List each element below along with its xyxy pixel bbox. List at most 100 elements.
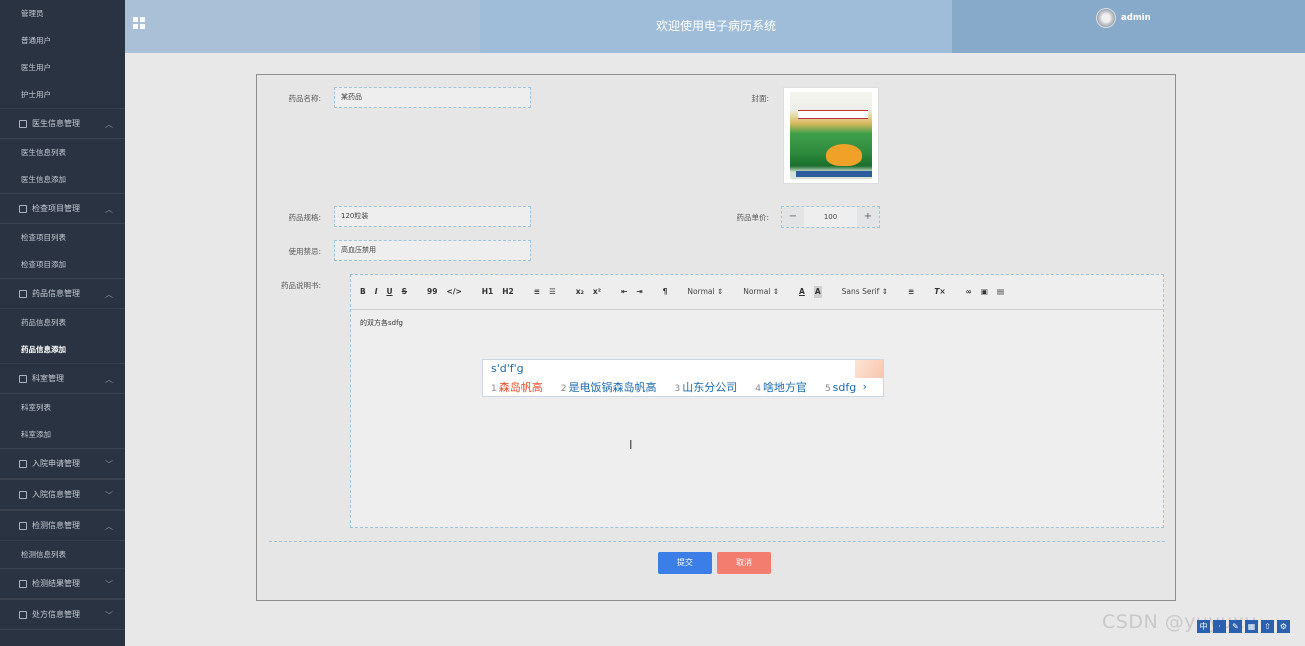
tray-icon[interactable]: 中 xyxy=(1197,619,1210,633)
decrement-button[interactable]: − xyxy=(782,207,804,227)
sidebar-group[interactable]: 处方信息管理 ﹀ xyxy=(0,599,125,630)
sidebar-item[interactable]: 科室添加 xyxy=(0,421,125,448)
underline-button[interactable]: U xyxy=(387,286,393,298)
indent-icon[interactable]: ⇥ xyxy=(636,286,642,298)
sidebar-item[interactable]: 普通用户 xyxy=(0,27,125,54)
ordered-list-icon[interactable]: ≡ xyxy=(534,286,540,298)
header-select-value: Normal xyxy=(743,287,771,296)
h2-button[interactable]: H2 xyxy=(502,286,514,298)
ime-candidate-number: 2 xyxy=(560,384,567,394)
tray-icon[interactable]: ▦ xyxy=(1245,619,1258,633)
size-select[interactable]: Normal ⇕ xyxy=(687,286,723,298)
header-select[interactable]: Normal ⇕ xyxy=(743,286,779,298)
sidebar-item[interactable]: 管理员 xyxy=(0,0,125,27)
ime-candidate-number: 5 xyxy=(824,384,831,394)
ime-next-page-icon[interactable]: › xyxy=(863,380,867,393)
h1-button[interactable]: H1 xyxy=(482,286,494,298)
sidebar-item[interactable]: 护士用户 xyxy=(0,81,125,108)
bold-button[interactable]: B xyxy=(360,286,366,298)
sidebar-group[interactable]: 检测信息管理 ︿ xyxy=(0,510,125,541)
sidebar-group-label: 医生信息管理 xyxy=(32,119,80,128)
sidebar-group-label: 入院申请管理 xyxy=(32,459,80,468)
folder-icon xyxy=(19,610,27,619)
sidebar-item[interactable]: 药品信息列表 xyxy=(0,309,125,336)
taboo-input[interactable]: 高血压禁用 xyxy=(334,240,531,261)
chevron-down-icon: ﹀ xyxy=(105,491,113,500)
ime-candidate-text: 山东分公司 xyxy=(682,381,738,394)
strike-button[interactable]: S xyxy=(402,286,407,298)
sidebar-group-label: 处方信息管理 xyxy=(32,610,80,619)
sidebar-group[interactable]: 入院信息管理 ﹀ xyxy=(0,479,125,510)
ime-candidate[interactable]: 1 森岛帆高 xyxy=(491,381,552,394)
outdent-icon[interactable]: ⇤ xyxy=(621,286,627,298)
sidebar-group[interactable]: 入院申请管理 ﹀ xyxy=(0,448,125,479)
sidebar-group[interactable]: 科室管理 ︿ xyxy=(0,363,125,394)
sidebar-item[interactable]: 检查项目添加 xyxy=(0,251,125,278)
cover-label: 封面: xyxy=(751,94,769,103)
cover-image[interactable] xyxy=(783,87,879,184)
clear-format-icon[interactable]: T× xyxy=(934,286,945,298)
editor-content[interactable]: 的双方各sdfg s'd'f'g 1 森岛帆高 2 是电饭锅森岛帆高 3 山东分公司 4 啥地… xyxy=(351,310,1163,528)
bullet-list-icon[interactable]: ☰ xyxy=(549,286,556,298)
ime-candidate[interactable]: 4 啥地方官 xyxy=(755,381,816,394)
system-tray: 中 · ✎ ▦ ⇧ ⚙ xyxy=(1197,617,1305,635)
text-direction-icon[interactable]: ¶ xyxy=(663,286,668,298)
cancel-button[interactable]: 取消 xyxy=(717,552,771,574)
sidebar-group[interactable]: 药品信息管理 ︿ xyxy=(0,278,125,309)
sidebar: 管理员 普通用户 医生用户 护士用户 医生信息管理 ︿ 医生信息列表 医生信息添加 检查项目管理… xyxy=(0,0,125,646)
page-title: 欢迎使用电子病历系统 xyxy=(480,0,952,53)
increment-button[interactable]: + xyxy=(857,207,879,227)
submit-button[interactable]: 提交 xyxy=(658,552,712,574)
video-icon[interactable]: ▤ xyxy=(997,286,1004,298)
sidebar-group[interactable]: 检查项目管理 ︿ xyxy=(0,193,125,224)
sidebar-item[interactable]: 医生用户 xyxy=(0,54,125,81)
price-stepper: − 100 + xyxy=(781,206,880,228)
image-icon[interactable]: ▣ xyxy=(981,286,988,298)
align-icon[interactable]: ≡ xyxy=(908,286,914,298)
sidebar-item[interactable]: 医生信息列表 xyxy=(0,139,125,166)
italic-button[interactable]: I xyxy=(375,286,378,298)
menu-grid-icon[interactable] xyxy=(133,17,145,29)
tray-icon[interactable]: ⇧ xyxy=(1261,619,1274,633)
form-panel: 药品名称: 某药品 封面: 药品规格: 120粒装 药品单价: − 100 + … xyxy=(256,74,1176,601)
link-icon[interactable]: ∞ xyxy=(966,286,972,298)
tray-icon[interactable]: ✎ xyxy=(1229,619,1242,633)
divider xyxy=(269,541,1165,542)
sidebar-group[interactable]: 检测结果管理 ﹀ xyxy=(0,568,125,599)
sidebar-group-label: 检测结果管理 xyxy=(32,579,80,588)
folder-icon xyxy=(19,579,27,588)
header-left xyxy=(125,0,480,53)
text-color-icon[interactable]: A xyxy=(799,286,805,298)
code-button[interactable]: </> xyxy=(446,286,461,298)
tray-icon[interactable]: ⚙ xyxy=(1277,619,1290,633)
price-value[interactable]: 100 xyxy=(804,213,857,221)
sidebar-group-label: 药品信息管理 xyxy=(32,289,80,298)
blockquote-button[interactable]: 99 xyxy=(427,286,437,298)
sidebar-item[interactable]: 检测信息列表 xyxy=(0,541,125,568)
manual-label: 药品说明书: xyxy=(280,281,321,290)
rich-text-editor: B I U S 99 </> H1 H2 ≡ ☰ x₂ x² ⇤ ⇥ ¶ Nor… xyxy=(350,274,1164,528)
superscript-button[interactable]: x² xyxy=(593,286,601,298)
avatar[interactable] xyxy=(1096,8,1116,28)
sidebar-item[interactable]: 药品信息添加 xyxy=(0,336,125,363)
sidebar-item[interactable]: 科室列表 xyxy=(0,394,125,421)
sidebar-item[interactable]: 医生信息添加 xyxy=(0,166,125,193)
sidebar-group[interactable]: 医生信息管理 ︿ xyxy=(0,108,125,139)
name-input[interactable]: 某药品 xyxy=(334,87,531,108)
ime-candidate[interactable]: 5 sdfg xyxy=(825,381,865,394)
font-select[interactable]: Sans Serif ⇕ xyxy=(842,286,888,298)
username[interactable]: admin xyxy=(1121,13,1151,23)
subscript-button[interactable]: x₂ xyxy=(576,286,584,298)
background-color-icon[interactable]: A xyxy=(813,286,822,298)
ime-candidate[interactable]: 3 山东分公司 xyxy=(674,381,746,394)
ime-candidates: 1 森岛帆高 2 是电饭锅森岛帆高 3 山东分公司 4 啥地方官 5 sdfg xyxy=(491,379,874,395)
folder-icon xyxy=(19,119,27,128)
chevron-up-icon: ︿ xyxy=(105,375,113,384)
sidebar-item[interactable]: 检查项目列表 xyxy=(0,224,125,251)
tray-icon[interactable]: · xyxy=(1213,619,1226,633)
folder-icon xyxy=(19,289,27,298)
chevron-up-icon: ︿ xyxy=(105,205,113,214)
spec-input[interactable]: 120粒装 xyxy=(334,206,531,227)
ime-candidate[interactable]: 2 是电饭锅森岛帆高 xyxy=(561,381,666,394)
ime-candidate-popup: s'd'f'g 1 森岛帆高 2 是电饭锅森岛帆高 3 山东分公司 4 啥地方官 5 sdfg › xyxy=(482,359,884,397)
